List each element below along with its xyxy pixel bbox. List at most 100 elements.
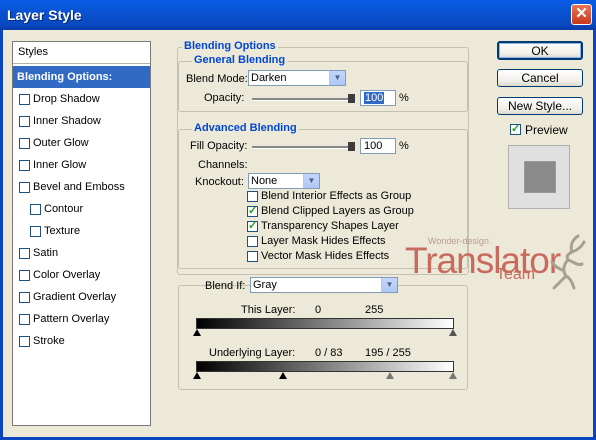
sidebar-checkbox[interactable] (30, 226, 41, 237)
fill-opacity-slider[interactable] (252, 146, 352, 149)
sidebar-item-label: Texture (44, 225, 81, 237)
option-label: Transparency Shapes Layer (261, 220, 399, 232)
sidebar-checkbox[interactable] (19, 314, 30, 325)
preview-thumbnail (508, 145, 570, 209)
option-checkbox[interactable] (247, 236, 258, 247)
gecko-icon (550, 234, 586, 290)
underlying-white-slider-right[interactable] (449, 372, 457, 379)
sidebar-checkbox[interactable] (19, 116, 30, 127)
general-blending-group (178, 61, 468, 112)
preview-checkbox[interactable] (510, 122, 521, 135)
blend-if-select[interactable]: Gray ▼ (250, 277, 398, 293)
option-label: Vector Mask Hides Effects (261, 250, 390, 262)
sidebar-item-inner-shadow[interactable]: Inner Shadow (13, 110, 150, 132)
sidebar-item-label: Inner Shadow (33, 115, 101, 127)
styles-list: Styles Blending Options: Custom Drop Sha… (12, 41, 151, 426)
ok-button[interactable]: OK (497, 41, 583, 60)
sidebar-item-label: Bevel and Emboss (33, 181, 125, 193)
sidebar-item-pattern-overlay[interactable]: Pattern Overlay (13, 308, 150, 330)
this-layer-gradient[interactable] (196, 318, 454, 329)
option-checkbox[interactable] (247, 251, 258, 262)
sidebar-item-satin[interactable]: Satin (13, 242, 150, 264)
sidebar-item-label: Pattern Overlay (33, 313, 110, 325)
sidebar-item-gradient-overlay[interactable]: Gradient Overlay (13, 286, 150, 308)
sidebar-item-label: Drop Shadow (33, 93, 100, 105)
window-title: Layer Style (7, 7, 82, 23)
sidebar-checkbox[interactable] (30, 204, 41, 215)
opacity-value: 100 (364, 92, 385, 104)
sidebar-item-inner-glow[interactable]: Inner Glow (13, 154, 150, 176)
sidebar-item-label: Contour (44, 203, 84, 215)
opacity-input[interactable]: 100 (360, 90, 396, 106)
this-layer-white-slider[interactable] (449, 329, 457, 336)
this-layer-black-slider[interactable] (193, 329, 201, 336)
sidebar-checkbox[interactable] (19, 336, 30, 347)
fill-opacity-input[interactable]: 100 (360, 138, 396, 154)
opacity-unit: % (399, 92, 409, 104)
watermark-sub: Team (496, 266, 536, 283)
fill-opacity-unit: % (399, 140, 409, 152)
underlying-layer-high: 195 / 255 (365, 347, 411, 359)
sidebar-checkbox[interactable] (19, 160, 30, 171)
sidebar-item-bevel-and-emboss[interactable]: Bevel and Emboss (13, 176, 150, 198)
sidebar-item-label: Gradient Overlay (33, 291, 117, 303)
underlying-layer-low: 0 / 83 (315, 347, 343, 359)
sidebar-item-label: Inner Glow (33, 159, 87, 171)
close-icon: ✕ (575, 5, 588, 22)
blend-mode-label: Blend Mode: (186, 73, 248, 85)
sidebar-checkbox[interactable] (19, 292, 30, 303)
blend-if-value: Gray (253, 279, 277, 291)
blend-mode-select[interactable]: Darken ▼ (248, 70, 346, 86)
chevron-down-icon: ▼ (381, 278, 397, 292)
title-bar: Layer Style ✕ (0, 0, 596, 30)
option-label: Layer Mask Hides Effects (261, 235, 386, 247)
opacity-label: Opacity: (204, 92, 245, 104)
sidebar-item-stroke[interactable]: Stroke (13, 330, 150, 352)
sidebar-item-label: Color Overlay (33, 269, 101, 281)
option-checkbox[interactable] (247, 219, 258, 232)
sidebar-checkbox[interactable] (19, 182, 30, 193)
fill-opacity-slider-thumb[interactable] (348, 142, 355, 151)
styles-header[interactable]: Styles (13, 42, 150, 64)
option-checkbox[interactable] (247, 191, 258, 202)
new-style-button[interactable]: New Style... (497, 97, 583, 115)
fill-opacity-value: 100 (364, 140, 383, 152)
watermark-main: Translator (405, 240, 561, 281)
this-layer-high: 255 (365, 304, 384, 316)
sidebar-item-label: Stroke (33, 335, 65, 347)
advanced-blending-title: Advanced Blending (192, 122, 299, 134)
sidebar-item-contour[interactable]: Contour (13, 198, 150, 220)
underlying-white-slider-left[interactable] (386, 372, 394, 379)
preview-swatch (524, 161, 556, 193)
blend-if-group (178, 285, 468, 390)
sidebar-item-blending-options[interactable]: Blending Options: Custom (13, 66, 150, 105)
sidebar-item-texture[interactable]: Texture (13, 220, 150, 242)
sidebar-checkbox[interactable] (19, 248, 30, 259)
this-layer-label: This Layer: (241, 304, 296, 316)
sidebar-checkbox[interactable] (19, 138, 30, 149)
close-button[interactable]: ✕ (571, 4, 592, 25)
underlying-layer-gradient[interactable] (196, 361, 454, 372)
underlying-black-slider-left[interactable] (193, 372, 201, 379)
chevron-down-icon: ▼ (303, 174, 319, 188)
opacity-slider[interactable] (252, 98, 352, 101)
sidebar-checkbox[interactable] (19, 270, 30, 281)
opacity-slider-thumb[interactable] (348, 94, 355, 103)
sidebar-item-label: Outer Glow (33, 137, 89, 149)
blend-mode-value: Darken (251, 72, 287, 84)
blending-options-title: Blending Options (182, 40, 278, 52)
underlying-black-slider-right[interactable] (279, 372, 287, 379)
knockout-value: None (251, 175, 278, 187)
sidebar-item-outer-glow[interactable]: Outer Glow (13, 132, 150, 154)
sidebar-item-color-overlay[interactable]: Color Overlay (13, 264, 150, 286)
sidebar-item-drop-shadow[interactable]: Drop Shadow (13, 88, 150, 110)
option-label: Blend Interior Effects as Group (261, 190, 412, 202)
this-layer-low: 0 (315, 304, 322, 316)
cancel-button[interactable]: Cancel (497, 69, 583, 87)
option-checkbox[interactable] (247, 204, 258, 217)
channels-label: Channels: (198, 159, 248, 171)
sidebar-checkbox[interactable] (19, 94, 30, 105)
option-label: Blend Clipped Layers as Group (261, 205, 414, 217)
knockout-select[interactable]: None ▼ (248, 173, 320, 189)
knockout-label: Knockout: (195, 176, 244, 188)
